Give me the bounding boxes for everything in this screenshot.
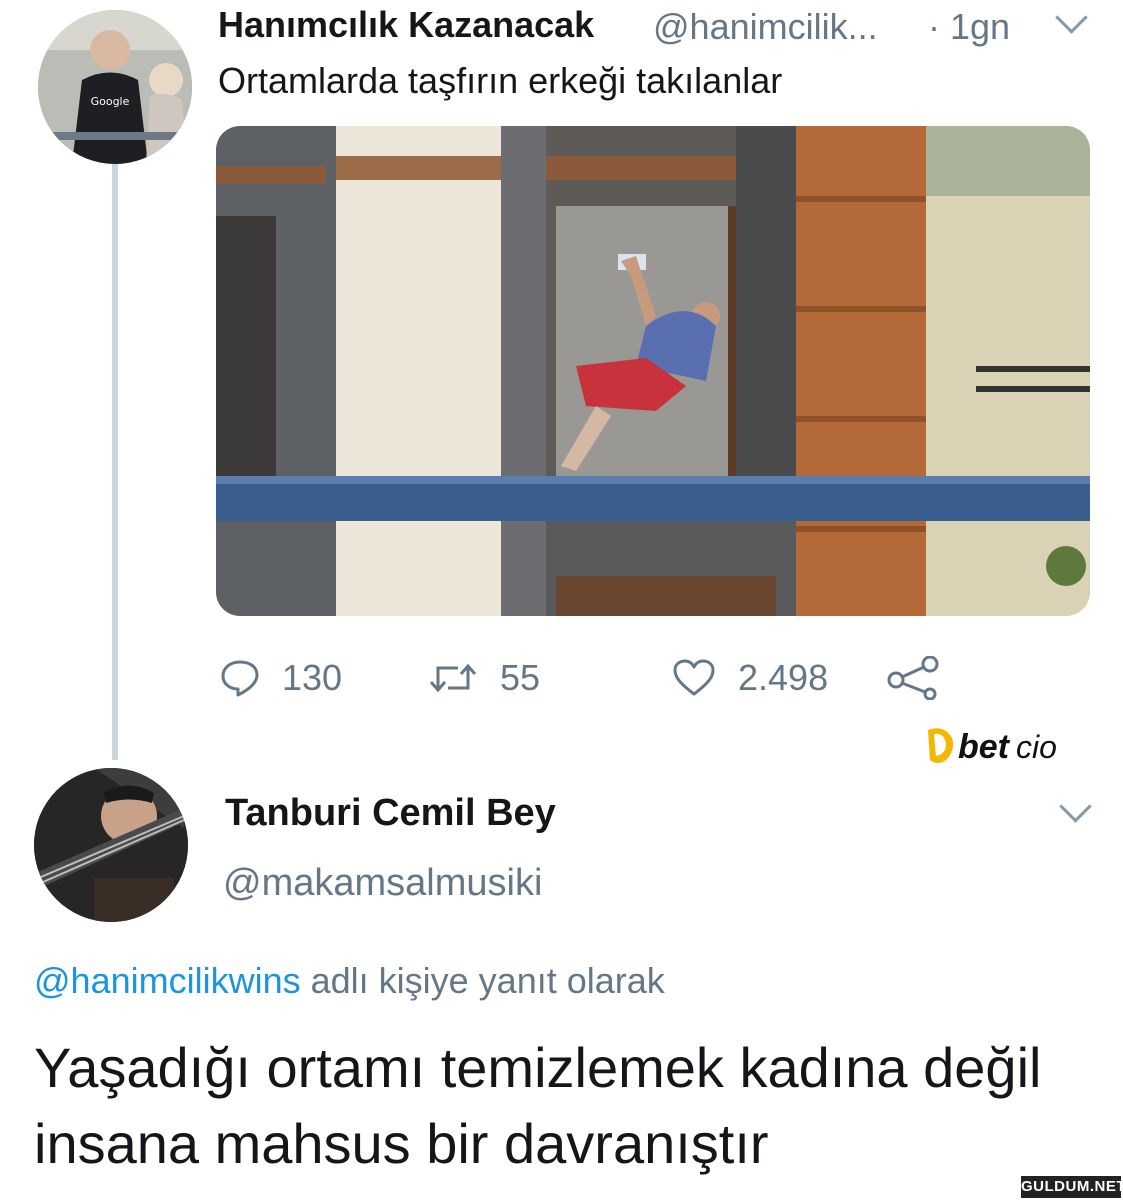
retweet-count: 55 <box>500 657 541 698</box>
betcio-logo-bold: bet <box>958 728 1011 766</box>
share-icon <box>887 656 939 700</box>
author-name[interactable]: Hanımcılık Kazanacak <box>218 4 594 46</box>
avatar-hanimcilik[interactable]: Google <box>38 10 192 164</box>
author-handle[interactable]: @hanimcilik... <box>653 6 878 48</box>
replying-to-mention[interactable]: @hanimcilikwins <box>34 960 301 1001</box>
avatar-photo-icon <box>34 768 188 922</box>
reply-icon <box>221 660 259 697</box>
avatar-tanburi[interactable] <box>34 768 188 922</box>
chevron-down-icon[interactable] <box>1059 790 1092 823</box>
like-button[interactable]: 2.498 <box>672 650 828 706</box>
reply-count: 130 <box>282 657 343 698</box>
reply-text: Yaşadığı ortamı temizlemek kadına değil … <box>34 1036 1042 1175</box>
betcio-logo-mark: bet cio <box>928 728 1057 766</box>
watermark: GULDUM.NET <box>1021 1176 1123 1198</box>
svg-text:Google: Google <box>91 95 130 108</box>
avatar-photo-icon: Google <box>38 10 192 164</box>
thread-line <box>112 160 118 760</box>
tweet-photo[interactable] <box>216 126 1090 616</box>
heart-icon <box>673 659 715 696</box>
reply-author-name[interactable]: Tanburi Cemil Bey <box>225 792 556 835</box>
share-button[interactable] <box>886 650 964 706</box>
chevron-down-icon[interactable] <box>1055 1 1088 34</box>
tweet-timestamp[interactable]: · 1gn <box>928 6 1010 48</box>
betcio-logo: bet cio <box>924 720 1074 770</box>
betcio-logo-light: cio <box>1016 729 1057 765</box>
retweet-icon <box>429 663 477 693</box>
reply-button[interactable]: 130 <box>220 650 342 706</box>
tweet-photo-image <box>216 126 1090 616</box>
reply-author-handle[interactable]: @makamsalmusiki <box>223 862 542 905</box>
like-count: 2.498 <box>738 657 829 698</box>
replying-to-text: adlı kişiye yanıt olarak <box>300 960 665 1001</box>
retweet-button[interactable]: 55 <box>428 650 540 706</box>
replying-to: @hanimcilikwins adlı kişiye yanıt olarak <box>34 960 665 1002</box>
tweet-text: Ortamlarda taşfırın erkeği takılanlar <box>218 60 783 101</box>
